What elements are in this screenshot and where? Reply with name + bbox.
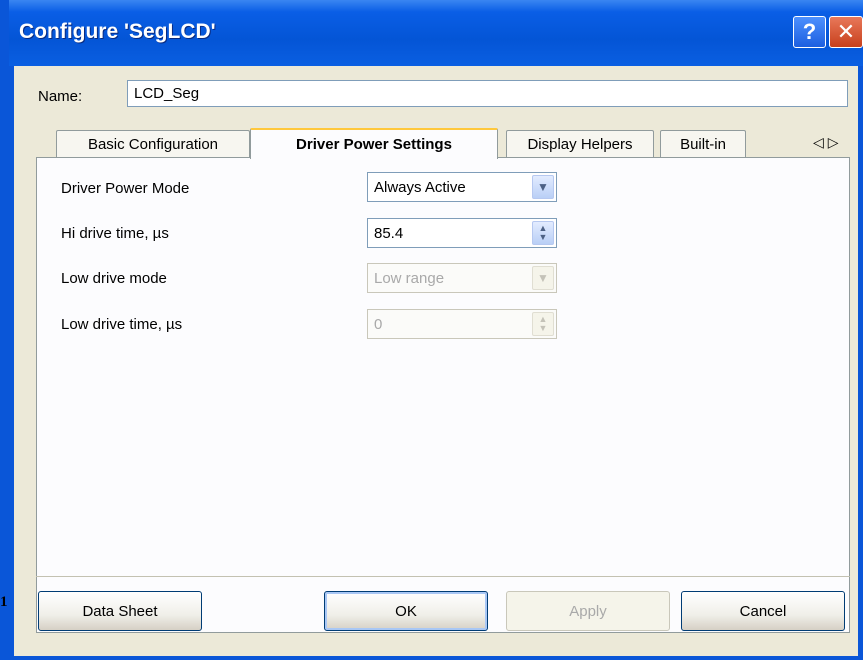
window-left-edge (0, 0, 9, 660)
cancel-label: Cancel (739, 602, 787, 620)
tab-display-helpers[interactable]: Display Helpers (506, 130, 654, 157)
configure-dialog: Configure 'SegLCD' ? ✕ Name: Basic Confi… (9, 0, 863, 660)
ok-button[interactable]: OK (324, 591, 488, 631)
close-button[interactable]: ✕ (829, 16, 863, 48)
tab-basic-configuration[interactable]: Basic Configuration (56, 130, 250, 157)
dialog-client-area: Name: Basic Configuration Driver Power S… (14, 66, 858, 656)
tab-driver-power-settings[interactable]: Driver Power Settings (250, 128, 498, 159)
chevron-down-icon: ▼ (532, 266, 554, 290)
data-sheet-button[interactable]: Data Sheet (38, 591, 202, 631)
low-drive-time-stepper: 0 ▲ ▼ (367, 309, 557, 339)
data-sheet-label: Data Sheet (82, 602, 158, 620)
hi-drive-time-value: 85.4 (374, 224, 404, 242)
low-drive-mode-label: Low drive mode (61, 270, 167, 287)
spin-arrows-icon[interactable]: ▲ ▼ (532, 221, 554, 245)
driver-power-mode-value: Always Active (374, 178, 466, 196)
low-drive-time-label: Low drive time, µs (61, 316, 183, 333)
tab-label: Built-in (680, 135, 726, 153)
close-icon: ✕ (836, 19, 856, 44)
tab-built-in[interactable]: Built-in (660, 130, 746, 157)
help-icon: ? (802, 19, 817, 44)
apply-label: Apply (569, 602, 607, 620)
ok-label: OK (395, 602, 417, 620)
tab-scroll-right-icon[interactable]: ▷ (828, 134, 843, 150)
dialog-title: Configure 'SegLCD' (19, 20, 216, 43)
tab-scroll-left-icon[interactable]: ◁ (813, 134, 828, 150)
driver-power-mode-select[interactable]: Always Active ▼ (367, 172, 557, 202)
tab-label: Display Helpers (527, 135, 633, 153)
cancel-button[interactable]: Cancel (681, 591, 845, 631)
tab-label: Driver Power Settings (296, 136, 452, 153)
name-label: Name: (38, 88, 83, 105)
help-button[interactable]: ? (793, 16, 826, 48)
name-input[interactable] (127, 80, 848, 107)
tab-label: Basic Configuration (87, 135, 219, 153)
driver-power-mode-label: Driver Power Mode (61, 180, 190, 197)
tab-strip: Basic Configuration Driver Power Setting… (36, 128, 856, 159)
low-drive-mode-value: Low range (374, 269, 445, 287)
background-edge-glyph: 1 (0, 594, 8, 610)
button-separator (36, 576, 850, 577)
chevron-down-icon[interactable]: ▼ (532, 175, 554, 199)
tab-scroll-buttons: ◁▷ (813, 134, 843, 151)
hi-drive-time-label: Hi drive time, µs (61, 225, 169, 242)
driver-power-settings-panel: Driver Power Mode Always Active ▼ Hi dri… (36, 157, 850, 633)
low-drive-time-value: 0 (374, 315, 383, 333)
title-bar[interactable]: Configure 'SegLCD' ? ✕ (9, 0, 863, 66)
low-drive-mode-select: Low range ▼ (367, 263, 557, 293)
spin-arrows-icon: ▲ ▼ (532, 312, 554, 336)
hi-drive-time-stepper[interactable]: 85.4 ▲ ▼ (367, 218, 557, 248)
apply-button: Apply (506, 591, 670, 631)
